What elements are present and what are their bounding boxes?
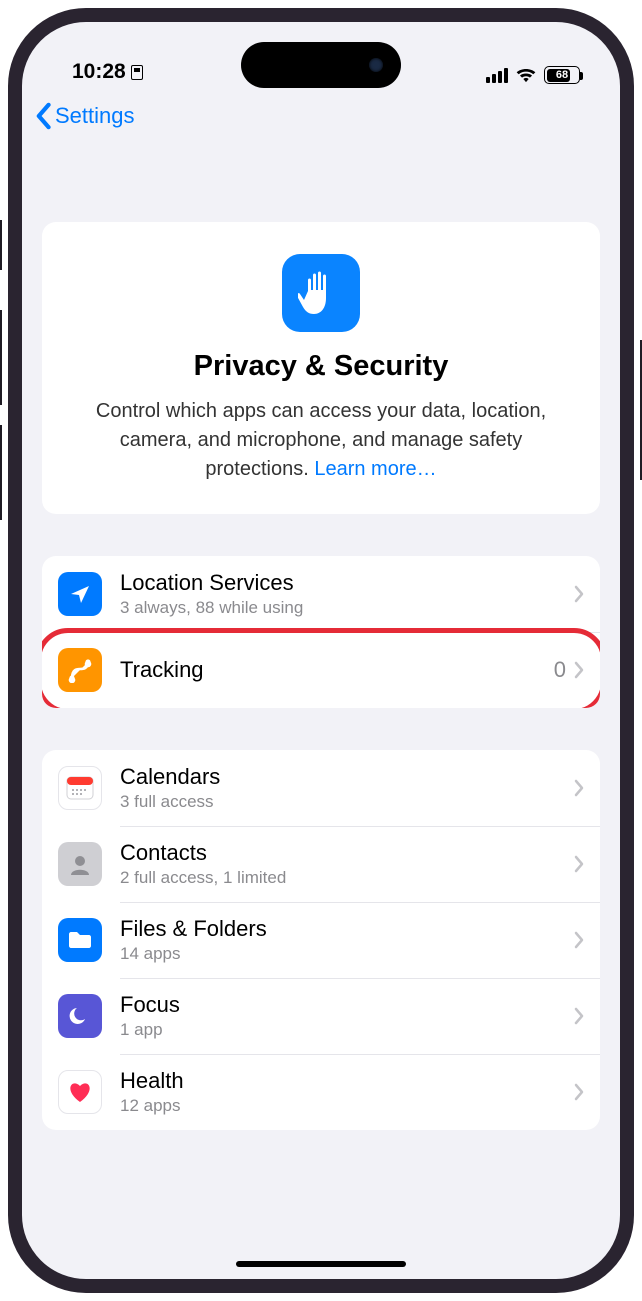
row-subtitle: 3 full access <box>120 792 574 812</box>
page-subtitle: Control which apps can access your data,… <box>70 397 572 484</box>
row-calendars[interactable]: Calendars 3 full access <box>42 750 600 826</box>
group-apps: Calendars 3 full access Contacts 2 <box>42 750 600 1130</box>
tracking-app-icon <box>58 648 102 692</box>
contacts-icon <box>58 842 102 886</box>
cellular-signal-icon <box>486 68 508 83</box>
row-title: Files & Folders <box>120 916 574 942</box>
wifi-icon <box>515 67 537 83</box>
row-subtitle: 12 apps <box>120 1096 574 1116</box>
chevron-right-icon <box>574 1083 584 1101</box>
row-contacts[interactable]: Contacts 2 full access, 1 limited <box>42 826 600 902</box>
battery-icon: 68 <box>544 66 580 84</box>
phone-volume-down <box>0 425 2 520</box>
row-files-folders[interactable]: Files & Folders 14 apps <box>42 902 600 978</box>
status-time: 10:28 <box>72 60 126 84</box>
page-title: Privacy & Security <box>70 350 572 383</box>
group-location-tracking: Location Services 3 always, 88 while usi… <box>42 556 600 708</box>
row-title: Calendars <box>120 764 574 790</box>
home-indicator[interactable] <box>236 1261 406 1267</box>
nav-bar: Settings <box>24 88 618 144</box>
status-right: 68 <box>486 66 580 84</box>
row-title: Tracking <box>120 657 554 683</box>
content-scroll[interactable]: Privacy & Security Control which apps ca… <box>24 144 618 1130</box>
row-title: Focus <box>120 992 574 1018</box>
chevron-right-icon <box>574 855 584 873</box>
row-tracking[interactable]: Tracking 0 <box>42 632 600 708</box>
dynamic-island <box>241 42 401 88</box>
back-label: Settings <box>55 103 135 129</box>
device-frame-outer: 10:28 68 <box>0 0 642 1301</box>
row-title: Health <box>120 1068 574 1094</box>
chevron-right-icon <box>574 1007 584 1025</box>
chevron-left-icon <box>34 102 52 130</box>
battery-percent: 68 <box>545 69 579 81</box>
row-title: Contacts <box>120 840 574 866</box>
row-location-services[interactable]: Location Services 3 always, 88 while usi… <box>42 556 600 632</box>
privacy-hand-icon <box>282 254 360 332</box>
location-arrow-icon <box>58 572 102 616</box>
phone-volume-up <box>0 310 2 405</box>
row-subtitle: 14 apps <box>120 944 574 964</box>
hero-card: Privacy & Security Control which apps ca… <box>42 222 600 514</box>
chevron-right-icon <box>574 779 584 797</box>
row-title: Location Services <box>120 570 574 596</box>
back-button[interactable]: Settings <box>34 102 135 130</box>
calendar-icon <box>58 766 102 810</box>
row-subtitle: 3 always, 88 while using <box>120 598 574 618</box>
tracking-count: 0 <box>554 657 566 683</box>
row-subtitle: 1 app <box>120 1020 574 1040</box>
chevron-right-icon <box>574 931 584 949</box>
sim-icon <box>131 65 143 80</box>
phone-silence-switch <box>0 220 2 270</box>
row-focus[interactable]: Focus 1 app <box>42 978 600 1054</box>
learn-more-link[interactable]: Learn more… <box>314 458 436 480</box>
phone-frame: 10:28 68 <box>8 8 634 1293</box>
chevron-right-icon <box>574 661 584 679</box>
chevron-right-icon <box>574 585 584 603</box>
screen: 10:28 68 <box>24 24 618 1277</box>
moon-icon <box>58 994 102 1038</box>
folder-icon <box>58 918 102 962</box>
row-health[interactable]: Health 12 apps <box>42 1054 600 1130</box>
status-left: 10:28 <box>72 60 143 84</box>
heart-icon <box>58 1070 102 1114</box>
row-subtitle: 2 full access, 1 limited <box>120 868 574 888</box>
